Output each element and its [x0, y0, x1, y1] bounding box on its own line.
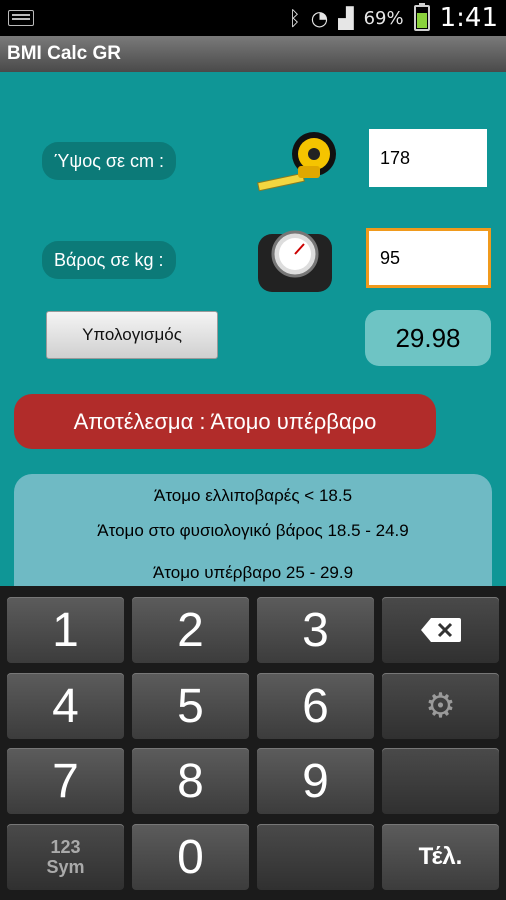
- blank-key[interactable]: [382, 748, 499, 814]
- backspace-icon: [420, 618, 461, 642]
- numeric-keyboard: 1 2 3 4 5 6 ⚙ 7 8 9 123 Sym 0 Τέλ.: [0, 586, 506, 900]
- sym-key[interactable]: 123 Sym: [7, 824, 124, 890]
- height-label: Ύψος σε cm :: [42, 142, 177, 180]
- key-9[interactable]: 9: [257, 748, 374, 814]
- key-3[interactable]: 3: [257, 597, 374, 663]
- backspace-key[interactable]: [382, 597, 499, 663]
- settings-key[interactable]: ⚙: [382, 673, 499, 739]
- app-title-bar: BMI Calc GR: [0, 36, 506, 72]
- status-bar: ᛒ ◔ ▟ 69% 1:41: [0, 0, 506, 36]
- info-line: Άτομο ελλιποβαρές < 18.5: [153, 486, 353, 505]
- battery-percent: 69%: [363, 7, 404, 29]
- weighing-scale-icon: [258, 230, 332, 292]
- app-title: BMI Calc GR: [7, 43, 122, 64]
- info-line: Άτομο στο φυσιολογικό βάρος 18.5 - 24.9: [97, 521, 409, 540]
- key-7[interactable]: 7: [7, 748, 124, 814]
- weight-label: Βάρος σε kg :: [42, 241, 176, 279]
- gear-icon: ⚙: [425, 687, 456, 725]
- key-6[interactable]: 6: [257, 673, 374, 739]
- key-1[interactable]: 1: [7, 597, 124, 663]
- keyboard-icon: [8, 10, 34, 26]
- calculate-button[interactable]: Υπολογισμός: [46, 311, 218, 359]
- battery-icon: [413, 3, 430, 31]
- bluetooth-icon: ᛒ: [288, 6, 301, 30]
- sym-key-bottom: Sym: [46, 857, 85, 877]
- signal-icon: ▟: [338, 6, 354, 30]
- key-5[interactable]: 5: [132, 673, 249, 739]
- space-key[interactable]: [257, 824, 374, 890]
- key-8[interactable]: 8: [132, 748, 249, 814]
- tape-measure-icon: [257, 132, 336, 192]
- key-4[interactable]: 4: [7, 673, 124, 739]
- battery-fill: [416, 12, 427, 28]
- info-line: Άτομο υπέρβαρο 25 - 29.9: [152, 563, 354, 582]
- sym-key-top: 123: [50, 837, 81, 857]
- key-2[interactable]: 2: [132, 597, 249, 663]
- result-banner: Αποτέλεσμα : Άτομο υπέρβαρο: [14, 394, 436, 449]
- height-input[interactable]: 178: [369, 129, 487, 187]
- clock: 1:41: [439, 3, 498, 33]
- key-0[interactable]: 0: [132, 824, 249, 890]
- bmi-value: 29.98: [365, 310, 491, 366]
- done-key[interactable]: Τέλ.: [382, 824, 499, 890]
- weight-input[interactable]: 95: [366, 228, 491, 288]
- wifi-icon: ◔: [310, 6, 329, 30]
